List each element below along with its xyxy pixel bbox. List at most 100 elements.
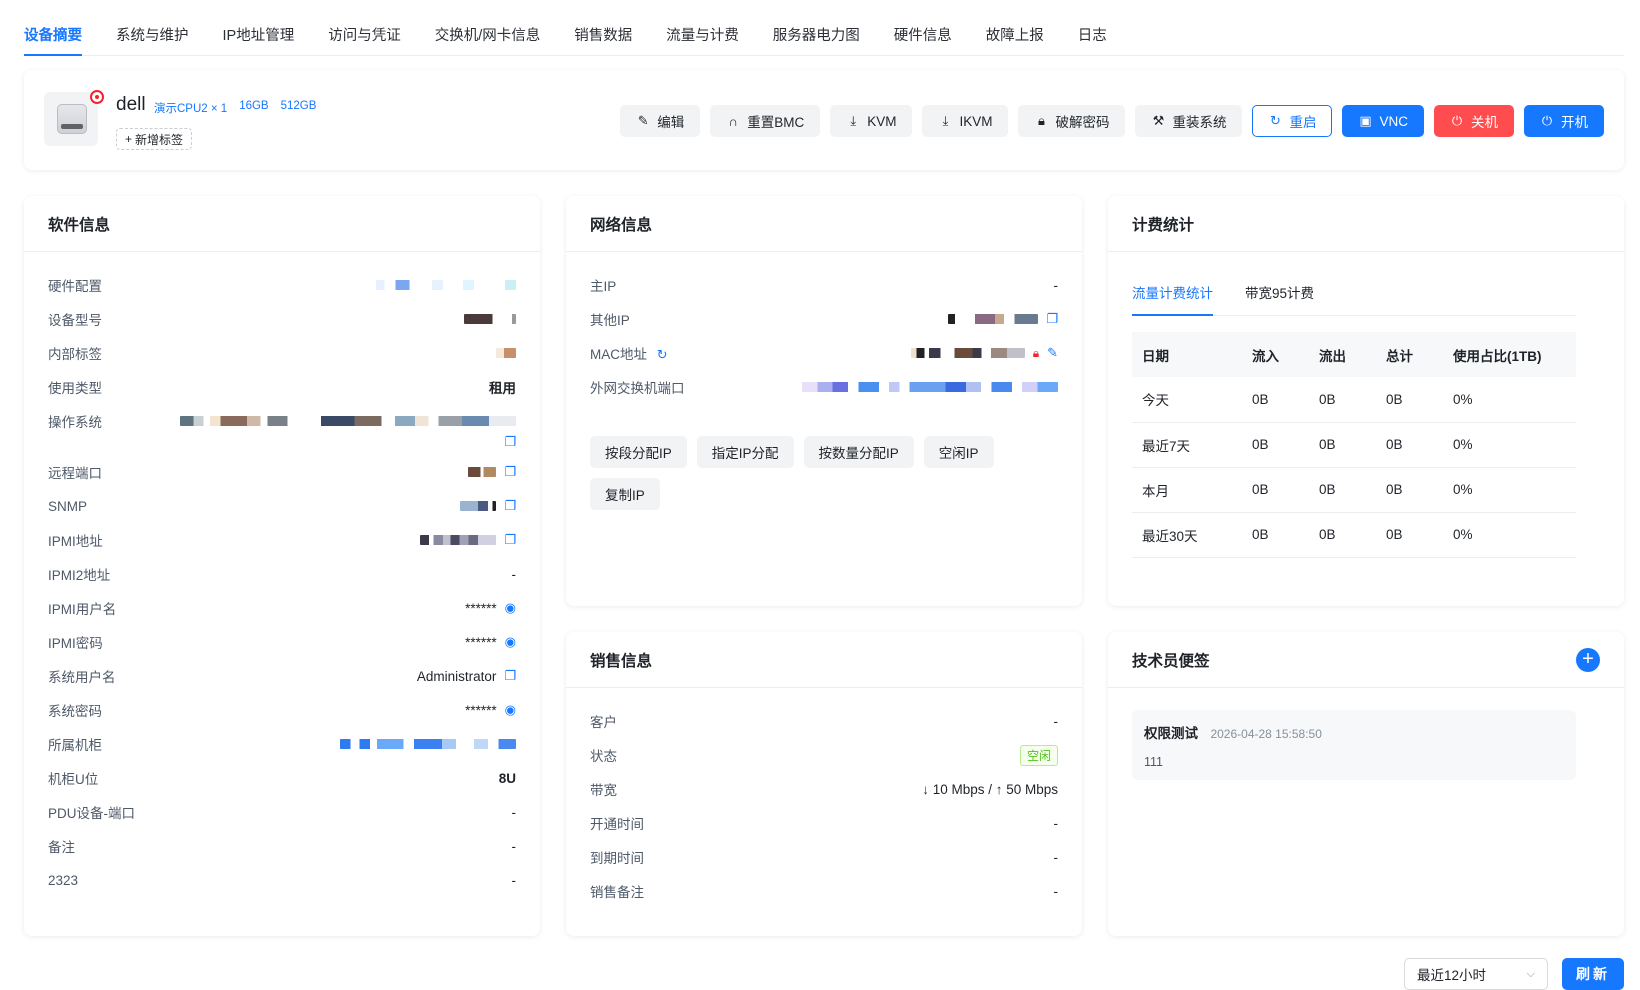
ikvm-button[interactable]: ⤓ IKVM <box>922 105 1009 137</box>
copy-icon[interactable]: ❐ <box>1046 311 1058 327</box>
crack-password-label: 破解密码 <box>1055 115 1110 130</box>
copy-icon[interactable]: ❐ <box>504 532 516 548</box>
wrench-icon: ⚒ <box>1152 113 1165 128</box>
field-value-redacted <box>376 280 516 290</box>
field-value: 空闲 <box>1019 744 1058 766</box>
row-main-ip: 主IP - <box>590 273 1058 297</box>
field-label: 内部标签 <box>48 347 102 362</box>
card-title: 网络信息 <box>566 196 1082 252</box>
field-label: 其他IP <box>590 313 630 328</box>
table-row: 最近7天 0B 0B 0B 0% <box>1132 422 1576 468</box>
field-label: 机柜U位 <box>48 772 99 787</box>
field-label: SNMP <box>48 498 88 514</box>
row-bandwidth: 带宽 ↓ 10 Mbps / ↑ 50 Mbps <box>590 777 1058 801</box>
device-name: dell <box>116 94 146 115</box>
eye-icon[interactable]: ◉ <box>505 702 516 718</box>
row-remote-port: 远程端口 ❐ <box>48 460 516 484</box>
row-ipmi-address: IPMI地址 ❐ <box>48 528 516 552</box>
row-internal-tag: 内部标签 <box>48 341 516 365</box>
field-label: IPMI密码 <box>48 636 103 651</box>
reset-bmc-button[interactable]: ∩ 重置BMC <box>710 105 821 137</box>
allocate-by-segment-button[interactable]: 按段分配IP <box>590 436 687 468</box>
tab-system-maintenance[interactable]: 系统与维护 <box>100 13 205 55</box>
tab-ip-management[interactable]: IP地址管理 <box>207 13 311 55</box>
shutdown-button[interactable]: ⏻ 关机 <box>1434 105 1514 137</box>
download-icon: ⤓ <box>942 113 949 128</box>
card-title: 销售信息 <box>566 632 1082 688</box>
field-label: 设备型号 <box>48 313 102 328</box>
edit-button[interactable]: ✎ 编辑 <box>620 105 701 137</box>
note-item[interactable]: 权限测试 2026-04-28 15:58:50 111 <box>1132 710 1576 780</box>
spec-memory: 16GB <box>239 100 269 112</box>
tab-traffic-billing-stats[interactable]: 流量计费统计 <box>1132 282 1213 316</box>
field-value-redacted <box>496 348 516 358</box>
free-ip-button[interactable]: 空闲IP <box>923 436 994 468</box>
tab-access-credentials[interactable]: 访问与凭证 <box>312 13 417 55</box>
software-info-card: 软件信息 硬件配置 设备型号 内部标签 使用类型 租用 操作系统 ❐ 远程端口 … <box>24 196 540 936</box>
eye-icon[interactable]: ◉ <box>505 600 516 616</box>
table-cell: 0B <box>1309 512 1376 558</box>
reinstall-system-button[interactable]: ⚒ 重装系统 <box>1135 105 1243 137</box>
field-label: 带宽 <box>590 783 617 798</box>
assign-ip-button[interactable]: 指定IP分配 <box>696 436 794 468</box>
copy-icon[interactable]: ❐ <box>504 668 516 684</box>
field-value-masked: ****** ◉ <box>465 702 516 718</box>
field-label: 硬件配置 <box>48 279 102 294</box>
row-other-ip: 其他IP ❐ <box>590 307 1058 331</box>
table-cell: 0B <box>1309 467 1376 513</box>
ikvm-label: IKVM <box>959 113 993 129</box>
row-system-username: 系统用户名 Administrator ❐ <box>48 664 516 688</box>
table-cell: 0B <box>1376 377 1443 423</box>
field-value: Administrator ❐ <box>417 668 516 684</box>
lock-icon[interactable]: 🔒︎ <box>1033 346 1039 361</box>
terminal-icon: ▣ <box>1359 113 1372 128</box>
tab-device-summary[interactable]: 设备摘要 <box>24 13 98 56</box>
vnc-button[interactable]: ▣ VNC <box>1342 105 1424 137</box>
row-remark: 备注 - <box>48 834 516 858</box>
vnc-label: VNC <box>1379 113 1408 129</box>
lock-icon: 🔒︎ <box>1038 113 1045 128</box>
copy-icon[interactable]: ❐ <box>504 434 516 450</box>
tab-logs[interactable]: 日志 <box>1062 13 1123 55</box>
allocate-by-count-button[interactable]: 按数量分配IP <box>803 436 914 468</box>
bottom-controls: 最近12小时 ⌵ 刷新 <box>1404 958 1624 990</box>
billing-tabs: 流量计费统计 带宽95计费 <box>1132 282 1576 316</box>
tab-bandwidth-95[interactable]: 带宽95计费 <box>1245 282 1314 315</box>
eye-icon[interactable]: ◉ <box>505 634 516 650</box>
refresh-icon[interactable]: ↻ <box>657 347 668 362</box>
field-value-redacted: ❐ <box>460 498 516 514</box>
field-value: - <box>511 838 517 854</box>
copy-icon[interactable]: ❐ <box>504 498 516 514</box>
top-tabs: 设备摘要 系统与维护 IP地址管理 访问与凭证 交换机/网卡信息 销售数据 流量… <box>24 14 1624 56</box>
table-cell: 0B <box>1309 377 1376 423</box>
add-tag-button[interactable]: + 新增标签 <box>116 128 193 150</box>
time-range-select[interactable]: 最近12小时 ⌵ <box>1404 958 1548 990</box>
field-label: 系统用户名 <box>48 670 116 685</box>
power-on-label: 开机 <box>1561 115 1588 130</box>
copy-icon[interactable]: ❐ <box>504 464 516 480</box>
field-label: 客户 <box>590 715 617 730</box>
crack-password-button[interactable]: 🔒︎ 破解密码 <box>1018 105 1126 137</box>
field-value: - <box>511 566 517 582</box>
add-note-button[interactable]: + <box>1576 648 1600 672</box>
refresh-button[interactable]: 刷新 <box>1562 958 1624 990</box>
tab-sales-data[interactable]: 销售数据 <box>558 13 648 55</box>
tab-hardware-info[interactable]: 硬件信息 <box>878 13 968 55</box>
table-cell: 0% <box>1443 377 1576 423</box>
masked-text: ****** <box>465 702 497 718</box>
ip-action-buttons: 按段分配IP 指定IP分配 按数量分配IP 空闲IP 复制IP <box>590 436 1050 510</box>
table-cell: 0B <box>1309 422 1376 468</box>
edit-icon[interactable]: ✎ <box>1047 345 1058 361</box>
kvm-button[interactable]: ⤓ KVM <box>830 105 913 137</box>
copy-ip-button[interactable]: 复制IP <box>590 478 660 510</box>
power-on-button[interactable]: ⏻ 开机 <box>1524 105 1604 137</box>
tab-fault-report[interactable]: 故障上报 <box>970 13 1060 55</box>
masked-text: ****** <box>465 600 497 616</box>
mac-label: MAC地址 <box>590 347 647 362</box>
tab-power-chart[interactable]: 服务器电力图 <box>757 13 876 55</box>
tab-traffic-billing[interactable]: 流量与计费 <box>650 13 755 55</box>
tab-switch-nic[interactable]: 交换机/网卡信息 <box>419 13 557 55</box>
field-value-redacted: ❐ <box>948 311 1058 327</box>
reboot-button[interactable]: ↻ 重启 <box>1252 105 1333 137</box>
field-value: - <box>1053 849 1059 865</box>
